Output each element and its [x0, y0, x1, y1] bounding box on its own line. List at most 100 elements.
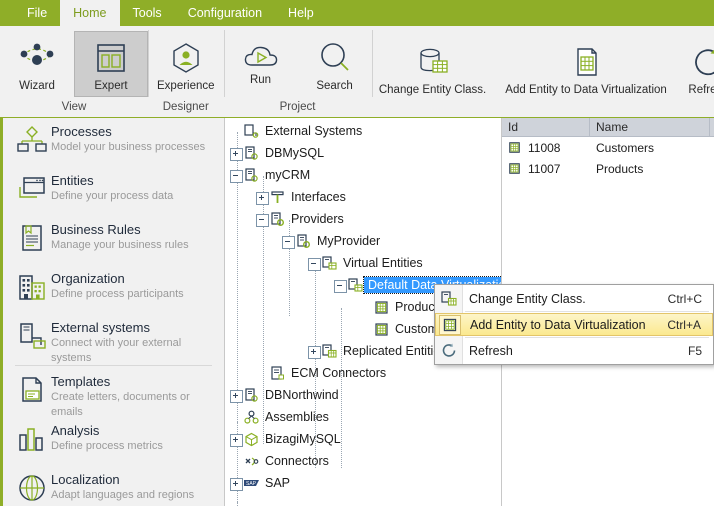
sidebar-item-organization[interactable]: Organization Define process participants [3, 265, 224, 314]
expander-plus-icon[interactable] [229, 433, 243, 447]
sidebar-item-external-systems[interactable]: External systems Connect with your exter… [3, 314, 224, 364]
expander-minus-icon[interactable] [307, 257, 321, 271]
ribbon-tab-bar: File Home Tools Configuration Help [0, 0, 714, 26]
grid-column-header-id[interactable]: Id [502, 118, 590, 136]
ribbon-group-entity-actions-label [372, 101, 714, 117]
sidebar-item-processes-subtitle: Model your business processes [51, 141, 206, 153]
sidebar-item-organization-subtitle: Define process participants [51, 288, 184, 300]
expert-button-label: Expert [94, 80, 128, 92]
wizard-button[interactable]: Wizard [0, 31, 74, 97]
context-menu-divider [465, 311, 709, 312]
expander-plus-icon[interactable] [229, 477, 243, 491]
add-entity-button-label: Add Entity to Data Virtualization [505, 84, 667, 96]
tree-node-ecm-connectors[interactable]: ECM Connectors [225, 362, 501, 384]
context-menu-item-add-entity-to-data-virtualization[interactable]: Add Entity to Data Virtualization Ctrl+A [435, 313, 713, 336]
sidebar-item-business-rules[interactable]: Business Rules Manage your business rule… [3, 216, 224, 265]
tab-tools[interactable]: Tools [120, 0, 175, 26]
expander-minus-icon[interactable] [229, 169, 243, 183]
database-connection-icon [242, 387, 260, 403]
grid-column-header-name[interactable]: Name [590, 118, 710, 136]
sidebar-item-templates[interactable]: Templates Create letters, documents or e… [3, 368, 224, 418]
tab-file[interactable]: File [14, 0, 60, 26]
tree-node-connectors[interactable]: Connectors [225, 450, 501, 472]
expander-plus-icon[interactable] [229, 389, 243, 403]
experience-button[interactable]: Experience [148, 31, 224, 97]
tree-node-sap[interactable]: SAP SAP [225, 472, 501, 494]
change-entity-class-button[interactable]: Change Entity Class. [372, 35, 494, 101]
entities-icon [13, 172, 51, 204]
expander-minus-icon[interactable] [255, 213, 269, 227]
context-menu-item-change-entity-class[interactable]: Change Entity Class. Ctrl+C [435, 287, 713, 310]
refresh-icon [438, 341, 460, 361]
templates-icon [13, 373, 51, 405]
expander-plus-icon[interactable] [229, 147, 243, 161]
context-menu-item-label: Add Entity to Data Virtualization [470, 317, 646, 332]
tree-node-dbmysql[interactable]: DBMySQL [225, 142, 501, 164]
sap-icon: SAP [242, 477, 260, 489]
search-button-label: Search [316, 80, 353, 92]
tree-node-assemblies[interactable]: Assemblies [225, 406, 501, 428]
interfaces-icon [268, 190, 286, 205]
refresh-button[interactable]: Refresh [679, 35, 714, 101]
assemblies-icon [242, 410, 260, 425]
search-button[interactable]: Search [298, 35, 372, 97]
add-entity-to-data-virtualization-button[interactable]: Add Entity to Data Virtualization [494, 35, 679, 101]
sidebar-item-localization-title: Localization [51, 472, 120, 487]
tree-node-interfaces[interactable]: Interfaces [225, 186, 501, 208]
context-menu-item-shortcut: F5 [687, 343, 702, 358]
refresh-button-label: Refresh [688, 84, 714, 96]
wizard-icon [16, 36, 58, 80]
expander-minus-icon[interactable] [333, 279, 347, 293]
processes-icon [13, 123, 51, 155]
tree-node-external-systems[interactable]: External Systems [225, 120, 501, 142]
tree-node-label: Interfaces [291, 190, 346, 204]
sidebar-item-entities-title: Entities [51, 173, 94, 188]
tree-node-label: ECM Connectors [291, 366, 387, 380]
run-button[interactable]: Run [224, 35, 298, 91]
providers-icon [268, 211, 286, 227]
tree-node-label: External Systems [265, 124, 363, 138]
tree-node-myprovider[interactable]: MyProvider [225, 230, 501, 252]
tree-node-bizagimysql[interactable]: BizagiMySQL [225, 428, 501, 450]
ribbon-group-entity-actions: Change Entity Class. Add Entity to Data … [371, 26, 714, 117]
sidebar-item-entities[interactable]: Entities Define your process data [3, 167, 224, 216]
tree-node-label: BizagiMySQL [265, 432, 341, 446]
entity-table-icon [372, 322, 390, 337]
expert-button[interactable]: Expert [74, 31, 148, 97]
ribbon-group-designer-label: Designer [162, 101, 209, 113]
tree-node-label: MyProvider [317, 234, 381, 248]
add-entity-icon [569, 40, 603, 84]
sidebar-item-business-rules-subtitle: Manage your business rules [51, 239, 189, 251]
expander-minus-icon[interactable] [281, 235, 295, 249]
database-connection-icon [242, 167, 260, 183]
tree-node-providers[interactable]: Providers [225, 208, 501, 230]
expander-plus-icon[interactable] [255, 191, 269, 205]
tree-node-label: DBMySQL [265, 146, 325, 160]
context-menu-item-refresh[interactable]: Refresh F5 [435, 339, 713, 362]
ribbon-group-project: Run Search Project [223, 26, 372, 117]
expander-plus-icon[interactable] [307, 345, 321, 359]
tab-help[interactable]: Help [275, 0, 327, 26]
sidebar-item-organization-title: Organization [51, 271, 125, 286]
virtual-entities-icon [320, 255, 338, 271]
sidebar-item-processes-title: Processes [51, 124, 112, 139]
tree-node-dbnorthwind[interactable]: DBNorthwind [225, 384, 501, 406]
experience-button-label: Experience [157, 80, 215, 92]
search-icon [315, 36, 355, 80]
expander-none [229, 455, 242, 468]
tree-node-label: Providers [291, 212, 344, 226]
table-row[interactable]: 11008 Customers [502, 137, 714, 158]
sidebar-item-analysis[interactable]: Analysis Define process metrics [3, 417, 224, 466]
localization-icon [13, 471, 51, 503]
grid-header-row: Id Name [502, 118, 714, 137]
tab-configuration[interactable]: Configuration [175, 0, 275, 26]
tab-home[interactable]: Home [60, 0, 120, 26]
tree-node-mycrm[interactable]: myCRM [225, 164, 501, 186]
sidebar-item-processes[interactable]: Processes Model your business processes [3, 118, 224, 167]
sidebar-item-localization[interactable]: Localization Adapt languages and regions [3, 466, 224, 506]
tree-node-label: Assemblies [265, 410, 329, 424]
context-menu-item-label: Change Entity Class. [469, 291, 586, 306]
tree-node-virtual-entities[interactable]: Virtual Entities [225, 252, 501, 274]
grid-cell-id: 11007 [528, 161, 561, 176]
table-row[interactable]: 11007 Products [502, 158, 714, 179]
